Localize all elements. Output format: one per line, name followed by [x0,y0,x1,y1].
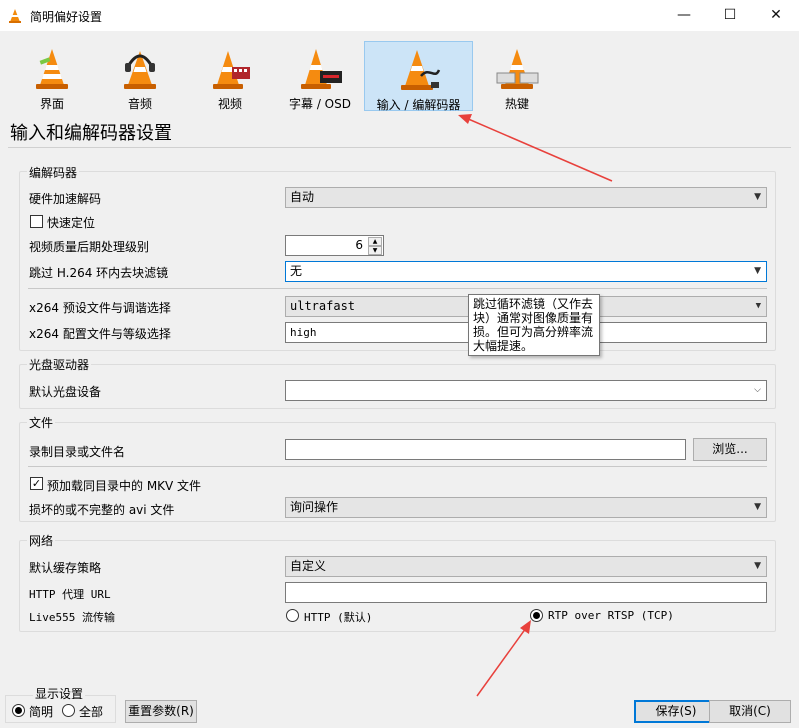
simple-view-radio[interactable] [12,704,25,717]
save-button[interactable]: 保存(S) [634,700,718,723]
simple-view-label: 简明 [29,705,54,719]
cancel-button[interactable]: 取消(C) [709,700,791,723]
arrow-to-input-codecs [465,117,613,182]
arrowhead-icon [458,114,472,124]
arrowhead-icon [520,620,531,634]
all-view-label: 全部 [79,705,104,719]
all-view-radio[interactable] [62,704,75,717]
group-title: 显示设置 [33,685,86,702]
annotation-arrows [458,114,613,697]
arrow-to-rtp-option [476,627,527,697]
reset-button[interactable]: 重置参数(R) [125,700,197,723]
